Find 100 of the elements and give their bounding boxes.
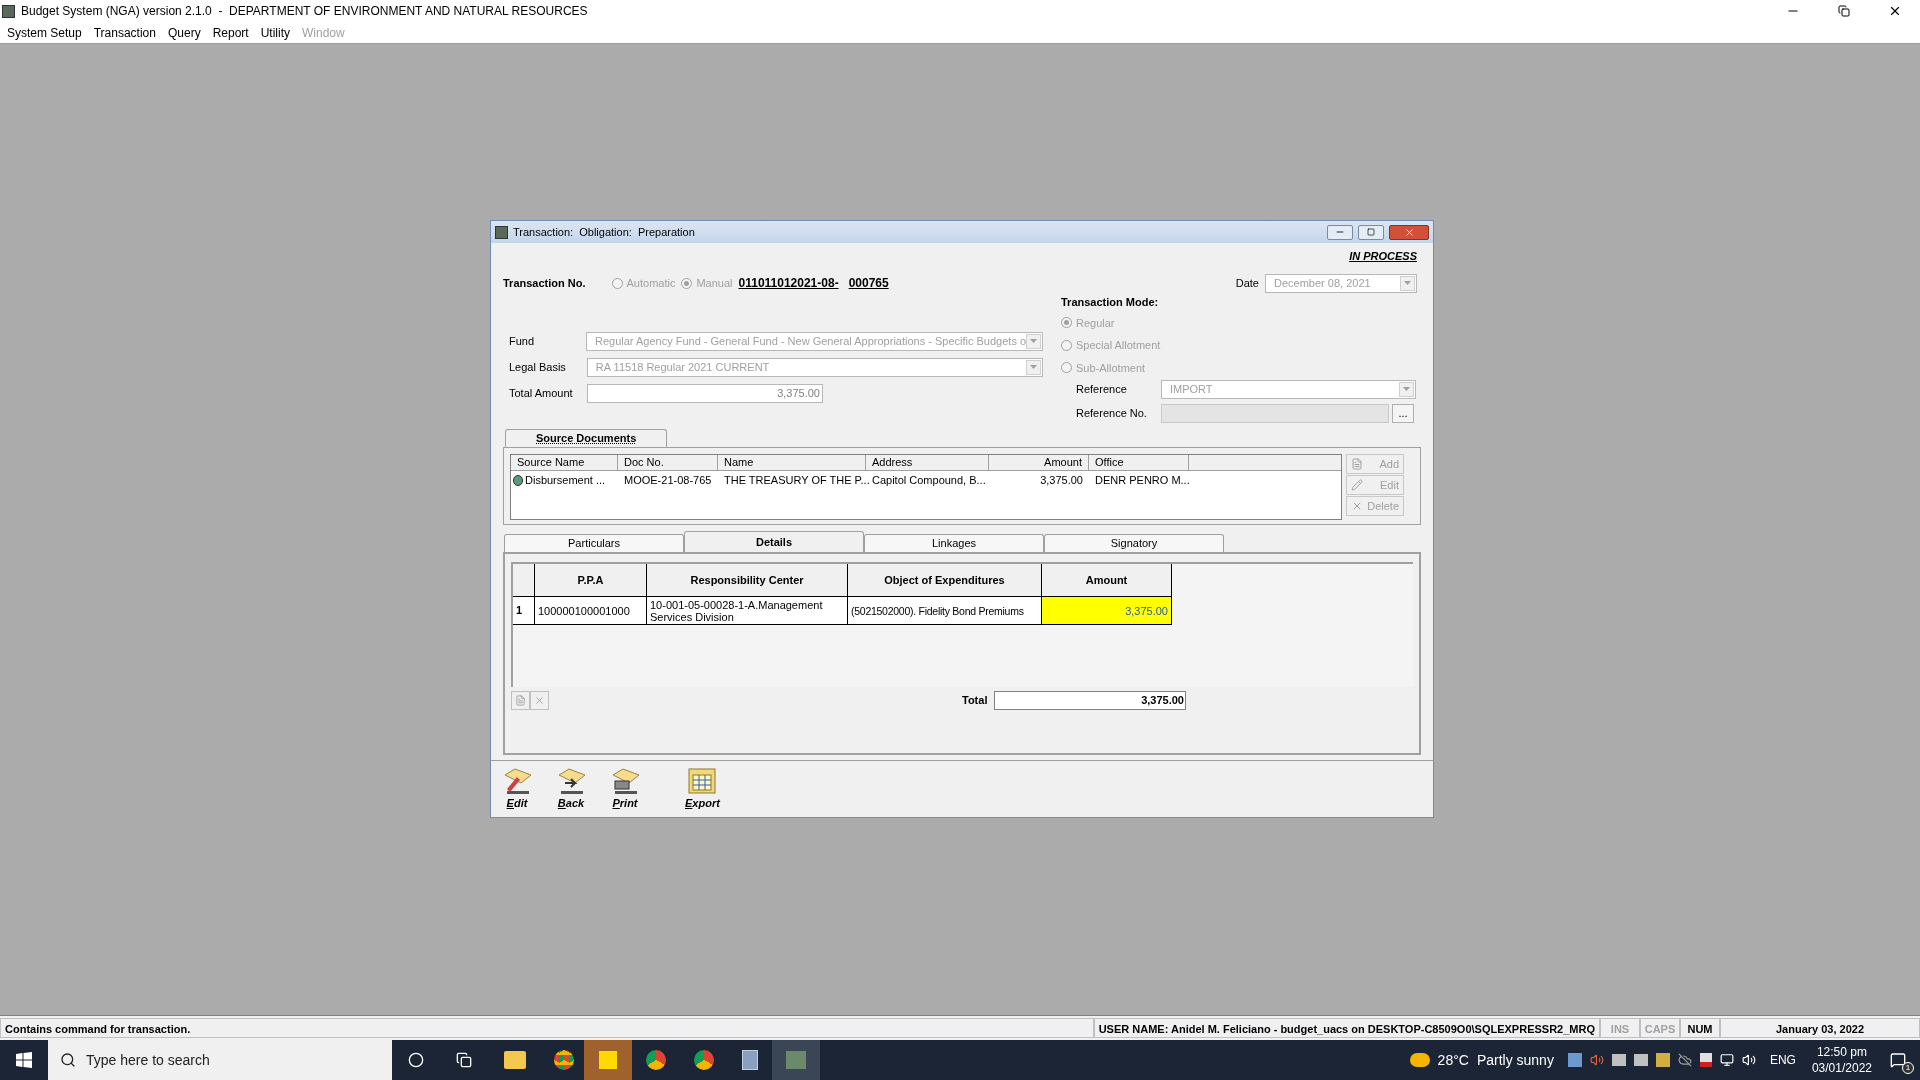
close-button[interactable] bbox=[1389, 224, 1429, 240]
app-logo-icon bbox=[2, 4, 15, 18]
document-icon bbox=[515, 695, 526, 706]
date-label: Date bbox=[1235, 275, 1259, 291]
spreadsheet-folder-icon bbox=[686, 767, 719, 795]
menu-item[interactable]: Report bbox=[206, 23, 255, 42]
network-icon[interactable] bbox=[1719, 1053, 1734, 1067]
status-message: Contains command for transaction. bbox=[0, 1018, 1094, 1038]
tray-app-icon[interactable] bbox=[1633, 1054, 1648, 1066]
maximize-button[interactable] bbox=[1358, 224, 1384, 240]
language-indicator[interactable]: ENG bbox=[1769, 1051, 1796, 1069]
column-header: P.P.A bbox=[535, 564, 647, 597]
volume-icon[interactable] bbox=[1741, 1053, 1756, 1067]
radio-label: Automatic bbox=[626, 275, 676, 291]
tab[interactable]: Signatory bbox=[1044, 534, 1224, 552]
notes-app-button[interactable] bbox=[584, 1040, 632, 1080]
dropdown-arrow-button[interactable] bbox=[1026, 333, 1041, 349]
menu-item[interactable]: System Setup bbox=[1, 23, 88, 42]
radio-label: Regular bbox=[1076, 315, 1115, 331]
transaction-number: 011011012021-08- bbox=[738, 275, 839, 292]
dropdown-arrow-icon bbox=[1403, 387, 1410, 391]
browser-app-icon[interactable] bbox=[694, 1050, 714, 1070]
delete-icon bbox=[534, 695, 545, 706]
weather-icon bbox=[1409, 1053, 1430, 1067]
close-icon[interactable] bbox=[1888, 4, 1902, 18]
speaker-icon[interactable] bbox=[1589, 1053, 1604, 1067]
tab[interactable]: Particulars bbox=[504, 534, 684, 552]
radio-button[interactable] bbox=[681, 277, 693, 289]
taskbar-search-field[interactable]: Type here to search bbox=[48, 1040, 392, 1080]
amount-field[interactable]: 3,375.00 bbox=[587, 383, 823, 403]
dropdown-arrow-icon bbox=[1030, 365, 1037, 369]
app-title: Budget System (NGA) version 2.1.0 - DEPARTMENT OF ENVIRONMENT AND NATURAL RESOURCES bbox=[21, 3, 588, 20]
reference-label: Reference bbox=[1076, 381, 1128, 397]
user-info: USER NAME: Anidel M. Feliciano - budget_uacs on DESKTOP-C8509O0\SQLEXPRESSR2_MRQ bbox=[1093, 1018, 1600, 1038]
cortana-icon[interactable] bbox=[408, 1052, 424, 1068]
browse-button[interactable]: ... bbox=[1392, 403, 1414, 423]
status-label: IN PROCESS bbox=[1349, 249, 1417, 264]
tray-app-icon[interactable] bbox=[1567, 1053, 1582, 1067]
toolbar-button[interactable]: Print bbox=[609, 767, 641, 812]
dropdown-arrow-button[interactable] bbox=[1399, 381, 1414, 397]
close-icon bbox=[1403, 226, 1415, 238]
menu-item[interactable]: Transaction bbox=[87, 23, 162, 42]
cloud-off-icon[interactable] bbox=[1677, 1053, 1692, 1067]
dialog-logo-icon bbox=[495, 225, 508, 239]
browser-app-icon[interactable] bbox=[554, 1050, 574, 1070]
radio-button[interactable] bbox=[1061, 362, 1072, 374]
task-view-icon[interactable] bbox=[456, 1052, 472, 1068]
key-indicator: NUM bbox=[1680, 1018, 1720, 1038]
delete-row-button[interactable] bbox=[530, 691, 549, 710]
radio-label: Sub-Allotment bbox=[1076, 360, 1146, 376]
total-field[interactable]: 3,375.00 bbox=[994, 691, 1186, 710]
field-label: Fund bbox=[509, 333, 536, 349]
column-header: Name bbox=[718, 455, 866, 470]
active-app-button[interactable] bbox=[772, 1040, 820, 1080]
radio-button[interactable] bbox=[611, 277, 623, 289]
column-header: Object of Expenditures bbox=[848, 564, 1042, 597]
table-cell-text: MOOE-21-08-765 bbox=[624, 472, 712, 488]
transaction-mode-label: Transaction Mode: bbox=[1061, 295, 1160, 310]
browser-app-icon[interactable] bbox=[646, 1050, 666, 1070]
table-cell-text: 3,375.00 bbox=[1040, 472, 1083, 488]
field-label: Legal Basis bbox=[509, 359, 567, 375]
key-indicator: INS bbox=[1600, 1018, 1640, 1038]
delete-icon bbox=[1351, 500, 1363, 512]
toolbar-button[interactable]: Export bbox=[685, 767, 720, 812]
tab[interactable]: Linkages bbox=[864, 534, 1044, 552]
minimize-button[interactable] bbox=[1327, 224, 1353, 240]
temperature: 28°C bbox=[1437, 1050, 1469, 1070]
menu-item[interactable]: Query bbox=[161, 23, 207, 42]
table-cell: 10-001-05-00028-1-A.Management Services Division bbox=[647, 597, 848, 625]
menu-item[interactable]: Utility bbox=[254, 23, 296, 42]
dropdown-arrow-button[interactable] bbox=[1400, 275, 1415, 291]
restore-icon[interactable] bbox=[1838, 5, 1850, 17]
source-documents-tab[interactable]: Source Documents bbox=[505, 429, 668, 447]
toolbar-button[interactable]: Edit bbox=[501, 767, 533, 812]
toolbar-button[interactable]: Back bbox=[555, 767, 587, 812]
status-date: January 03, 2022 bbox=[1720, 1018, 1920, 1038]
radio-button[interactable] bbox=[1061, 317, 1072, 329]
sticky-note-icon bbox=[599, 1051, 617, 1069]
row-number: 1 bbox=[513, 597, 535, 625]
tab[interactable]: Details bbox=[684, 531, 864, 552]
document-icon bbox=[1351, 458, 1363, 470]
transaction-no-label: Transaction No. bbox=[503, 275, 586, 291]
radio-button[interactable] bbox=[1061, 339, 1072, 351]
tray-app-icon[interactable] bbox=[1611, 1054, 1626, 1066]
dropdown-arrow-icon bbox=[1404, 281, 1411, 285]
radio-label: Special Allotment bbox=[1076, 338, 1161, 353]
dropdown-arrow-button[interactable] bbox=[1026, 359, 1041, 375]
clock[interactable]: 12:50 pm 03/01/2022 bbox=[1811, 1044, 1872, 1076]
reference-no-field[interactable] bbox=[1161, 403, 1389, 423]
tray-app-icon[interactable] bbox=[1655, 1053, 1670, 1067]
table-cell-text: Disbursement ... bbox=[525, 472, 606, 488]
windows-logo-icon bbox=[16, 1052, 32, 1068]
table-cell-text: Capitol Compound, B... bbox=[872, 472, 986, 488]
column-header: Amount bbox=[989, 455, 1089, 470]
column-header: Doc No. bbox=[618, 455, 718, 470]
weather-text: Partly sunny bbox=[1476, 1050, 1554, 1070]
transaction-number: 000765 bbox=[848, 275, 889, 292]
table-cell: (5021502000). Fidelity Bond Premiums bbox=[848, 597, 1042, 625]
total-label: Total bbox=[962, 693, 989, 709]
pencil-icon bbox=[1351, 479, 1363, 491]
